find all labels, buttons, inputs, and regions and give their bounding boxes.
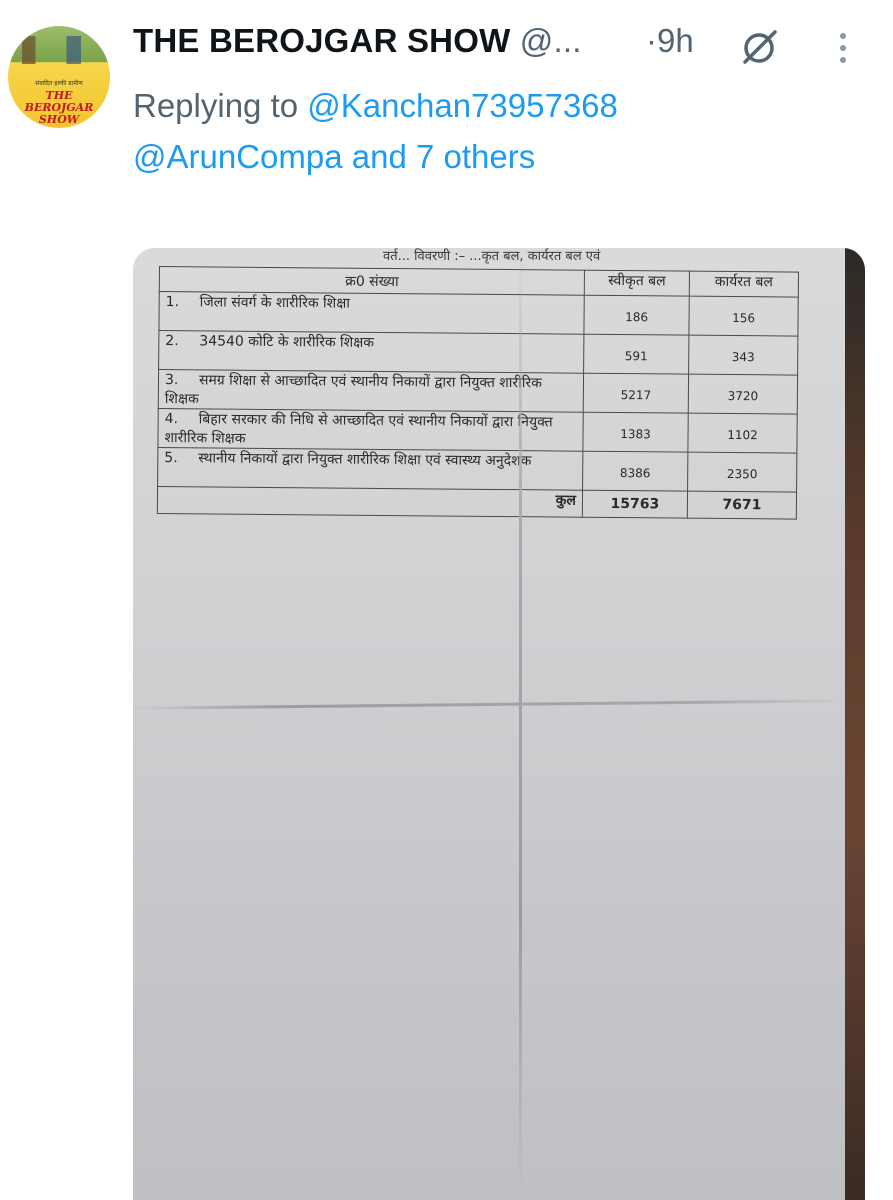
- mention-aruncompa[interactable]: @ArunCompa: [133, 138, 343, 175]
- and-others-link[interactable]: and 7 others: [352, 138, 535, 175]
- author-avatar[interactable]: संवादित हल्की ग्रामीण THE BEROJGAR SHOW: [8, 26, 110, 128]
- row-number: 5.: [164, 450, 178, 467]
- row-description: 34540 कोटि के शारीरिक शिक्षक: [199, 333, 375, 351]
- working-value: 156: [732, 311, 756, 326]
- sanctioned-value: 186: [625, 310, 649, 325]
- row-description: स्थानीय निकायों द्वारा नियुक्त शारीरिक श…: [198, 450, 532, 470]
- header-working: कार्यरत बल: [689, 271, 799, 298]
- sanctioned-value: 1383: [620, 427, 651, 442]
- sanctioned-value: 8386: [619, 466, 651, 481]
- table-row: 2. 34540 कोटि के शारीरिक शिक्षक 591 343: [158, 330, 798, 376]
- paper-fold-horizontal: [133, 699, 845, 710]
- strength-table: क्र0 संख्या स्वीकृत बल कार्यरत बल 1. जिला…: [157, 266, 799, 520]
- total-sanctioned: 15763: [582, 490, 688, 519]
- header-sanctioned: स्वीकृत बल: [584, 270, 690, 297]
- working-value: 1102: [727, 427, 758, 443]
- avatar-logo: संवादित हल्की ग्रामीण THE BEROJGAR SHOW: [24, 80, 94, 126]
- row-number: 3.: [164, 372, 179, 389]
- table-row: 5. स्थानीय निकायों द्वारा नियुक्त शारीरिक…: [157, 447, 797, 493]
- avatar-photo: [22, 36, 96, 64]
- author-name-line[interactable]: THE BEROJGAR SHOW @...: [133, 22, 582, 60]
- working-value: 343: [731, 350, 755, 365]
- photo-background: [845, 248, 865, 1200]
- tweet-time[interactable]: ·9h: [646, 22, 694, 60]
- grok-slash-icon[interactable]: [737, 28, 781, 68]
- row-number: 4.: [164, 411, 179, 428]
- row-description: समग्र शिक्षा से आच्छादित एवं स्थानीय निक…: [164, 372, 542, 408]
- table-row: 4. बिहार सरकार की निधि से आच्छादित एवं स्…: [157, 408, 798, 454]
- more-vertical-icon[interactable]: [833, 28, 853, 68]
- row-description: जिला संवर्ग के शारीरिक शिक्षा: [199, 294, 350, 312]
- document-paper: वर्त... विवरणी :– ...कृत बल, कार्यरत बल …: [133, 248, 845, 1200]
- tweet-media-image[interactable]: वर्त... विवरणी :– ...कृत बल, कार्यरत बल …: [133, 248, 865, 1200]
- table-total-row: कुल 15763 7671: [157, 486, 797, 520]
- author-handle[interactable]: @...: [520, 22, 582, 59]
- sanctioned-value: 591: [624, 349, 648, 364]
- row-number: 2.: [165, 333, 179, 350]
- table-row: 3. समग्र शिक्षा से आच्छादित एवं स्थानीय न…: [158, 369, 798, 415]
- paper-fold-vertical: [519, 248, 522, 1200]
- total-working: 7671: [687, 491, 797, 520]
- sanctioned-value: 5217: [620, 388, 652, 403]
- row-description: बिहार सरकार की निधि से आच्छादित एवं स्था…: [164, 411, 553, 447]
- working-value: 2350: [726, 466, 758, 482]
- mention-kanchan[interactable]: @Kanchan73957368: [307, 87, 618, 124]
- document-cut-heading: वर्त... विवरणी :– ...कृत बल, कार्यरत बल …: [383, 249, 601, 264]
- working-value: 3720: [727, 388, 759, 404]
- table-row: 1. जिला संवर्ग के शारीरिक शिक्षा 186 156: [158, 291, 799, 337]
- replying-to: Replying to @Kanchan73957368 @ArunCompa …: [133, 80, 873, 182]
- replying-to-label: Replying to: [133, 87, 299, 124]
- row-number: 1.: [165, 294, 180, 311]
- author-name[interactable]: THE BEROJGAR SHOW: [133, 22, 510, 59]
